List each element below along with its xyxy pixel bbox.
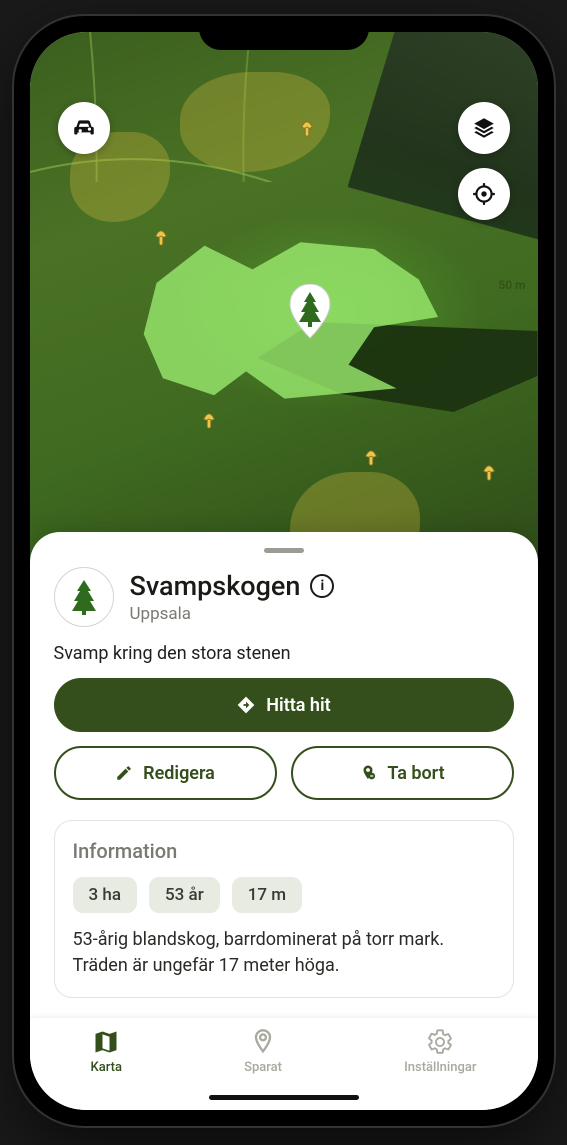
edit-label: Redigera (143, 763, 215, 784)
mushroom-icon[interactable] (362, 447, 380, 469)
nav-saved[interactable]: Sparat (244, 1028, 282, 1075)
nav-map[interactable]: Karta (91, 1028, 122, 1075)
place-header: Svampskogen i Uppsala (54, 567, 514, 627)
edit-button[interactable]: Redigera (54, 746, 277, 800)
chip-area: 3 ha (73, 877, 138, 913)
bottom-nav: Karta Sparat Inställningar (30, 1018, 538, 1110)
locate-icon (471, 181, 497, 207)
nav-settings-label: Inställningar (404, 1060, 476, 1075)
directions-icon (236, 695, 256, 715)
map-place-marker[interactable] (288, 284, 332, 340)
delete-button[interactable]: Ta bort (291, 746, 514, 800)
locate-me-button[interactable] (458, 168, 510, 220)
nav-saved-label: Sparat (244, 1060, 282, 1075)
chip-height: 17 m (232, 877, 302, 913)
layers-icon (471, 115, 497, 141)
info-card: Information 3 ha 53 år 17 m 53-årig blan… (54, 820, 514, 998)
mushroom-icon[interactable] (200, 410, 218, 432)
mushroom-icon[interactable] (152, 227, 170, 249)
info-button[interactable]: i (310, 574, 334, 598)
phone-frame: 50 m (14, 16, 554, 1126)
mushroom-icon[interactable] (480, 462, 498, 484)
info-heading: Information (73, 839, 495, 863)
map-view[interactable]: 50 m (30, 32, 538, 592)
map-layers-button[interactable] (458, 102, 510, 154)
info-chips: 3 ha 53 år 17 m (73, 877, 495, 913)
driving-mode-button[interactable] (58, 102, 110, 154)
map-scale-label: 50 m (498, 278, 525, 292)
gear-icon (426, 1028, 454, 1056)
place-title: Svampskogen (130, 570, 301, 602)
info-body: 53-årig blandskog, barrdominerat på torr… (73, 927, 495, 979)
notch (199, 16, 369, 50)
directions-button[interactable]: Hitta hit (54, 678, 514, 732)
place-note: Svamp kring den stora stenen (54, 643, 514, 664)
nav-map-label: Karta (91, 1060, 122, 1075)
place-subtitle: Uppsala (130, 604, 335, 624)
map-satellite-patch (348, 32, 538, 242)
tree-icon (68, 579, 100, 615)
delete-label: Ta bort (387, 763, 444, 784)
map-icon (92, 1028, 120, 1056)
pin-remove-icon (359, 764, 377, 782)
sheet-grabber[interactable] (264, 548, 304, 553)
screen: 50 m (30, 32, 538, 1110)
car-icon (71, 115, 97, 141)
mushroom-icon[interactable] (298, 118, 316, 140)
pin-icon (249, 1028, 277, 1056)
nav-settings[interactable]: Inställningar (404, 1028, 476, 1075)
chip-age: 53 år (149, 877, 220, 913)
directions-label: Hitta hit (266, 695, 330, 716)
home-indicator[interactable] (209, 1095, 359, 1100)
place-type-icon (54, 567, 114, 627)
pencil-icon (115, 764, 133, 782)
